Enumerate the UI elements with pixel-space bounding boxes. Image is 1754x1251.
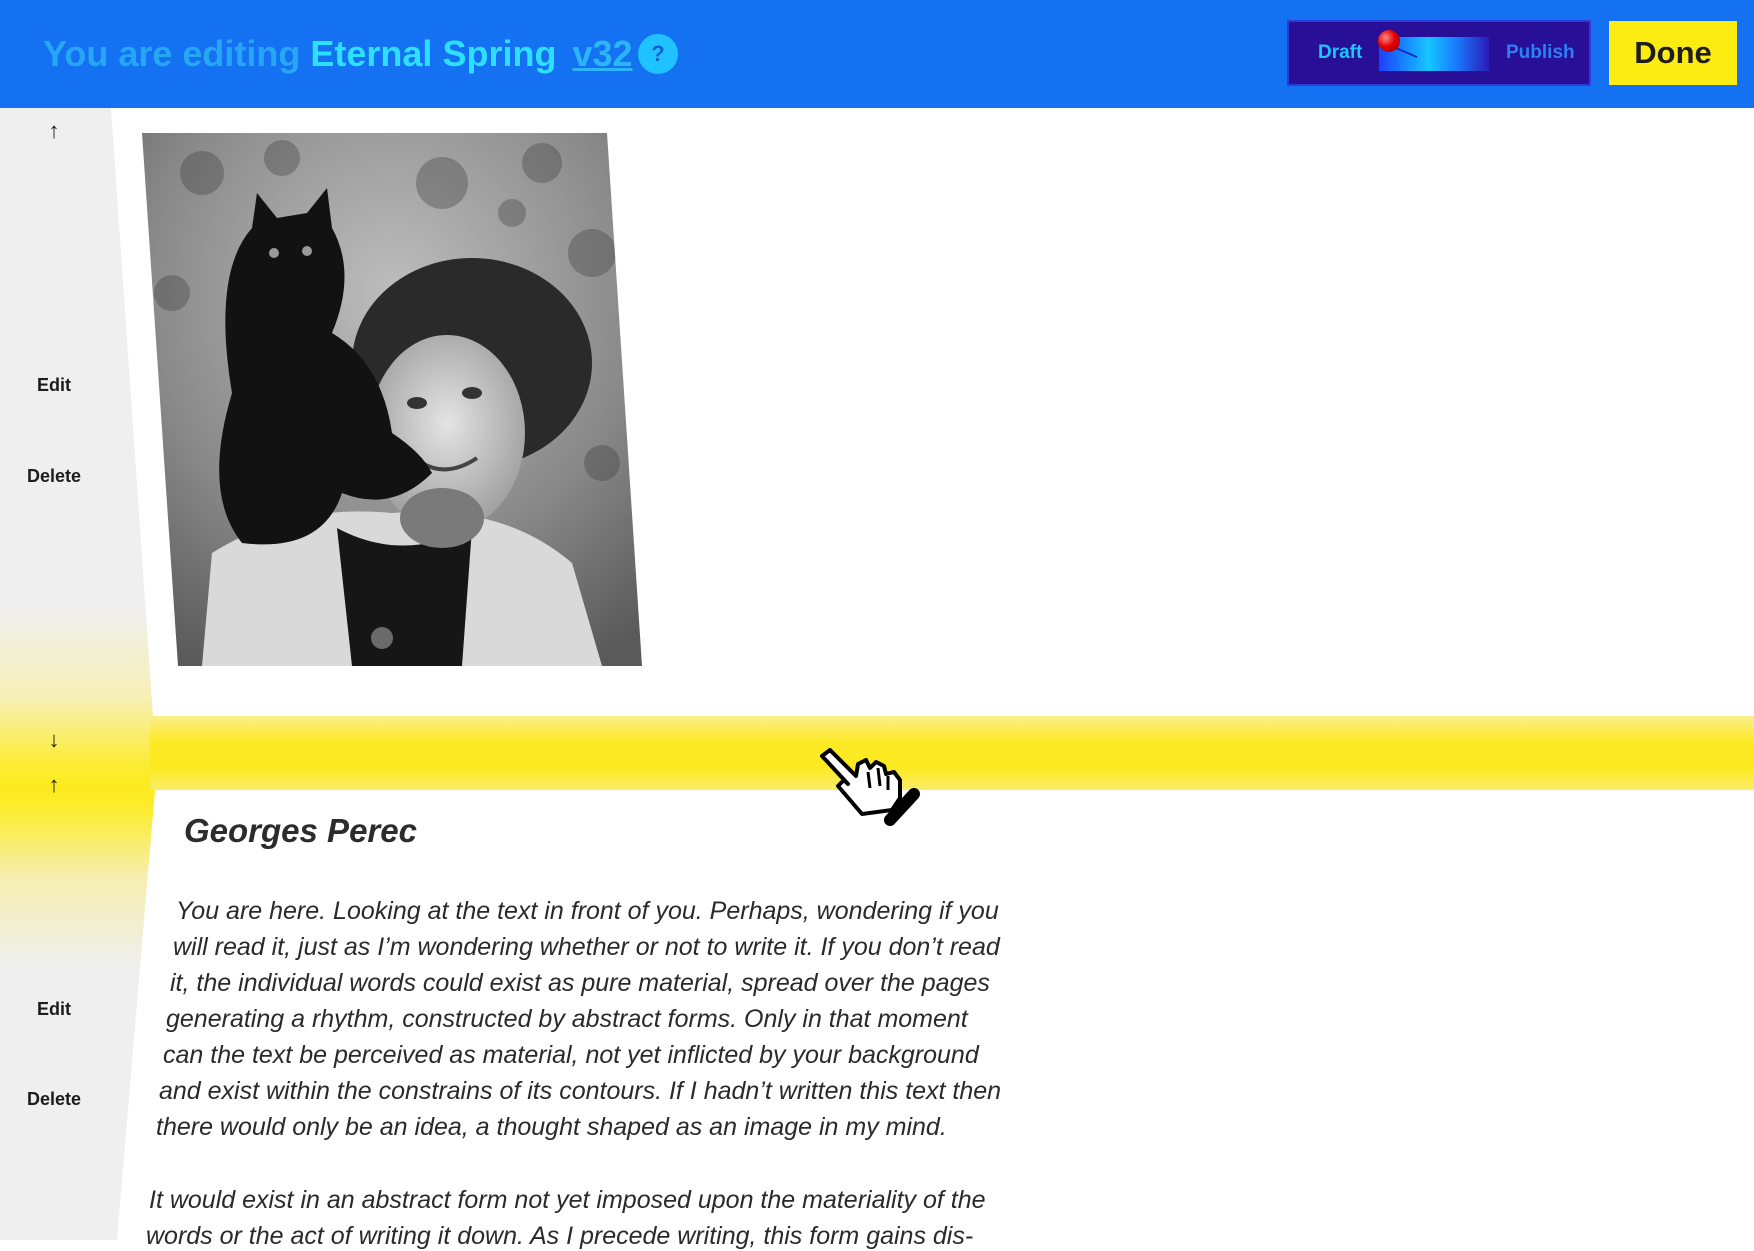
paragraph-line: You are here. Looking at the text in fro… xyxy=(176,897,999,925)
delete-button[interactable]: Delete xyxy=(0,1089,108,1110)
move-down-arrow-icon[interactable]: ↓ xyxy=(0,727,108,753)
drag-hand-cursor-icon xyxy=(818,746,922,835)
paragraph-line: words or the act of writing it down. As … xyxy=(146,1222,974,1250)
delete-button[interactable]: Delete xyxy=(0,466,108,487)
title-prefix: You are editing xyxy=(43,33,301,74)
paragraph-line: generating a rhythm, constructed by abst… xyxy=(166,1005,968,1033)
draft-publish-toggle[interactable]: Draft Publish xyxy=(1287,20,1591,86)
paragraph-line: will read it, just as I’m wondering whet… xyxy=(173,933,1000,961)
paragraph-line: it, the individual words could exist as … xyxy=(170,969,990,997)
move-up-arrow-icon[interactable]: ↑ xyxy=(0,772,108,798)
editing-title: You are editing Eternal Spring v32 xyxy=(43,30,633,78)
paragraph-line: can the text be perceived as material, n… xyxy=(163,1041,979,1069)
help-button[interactable]: ? xyxy=(638,34,678,74)
done-button[interactable]: Done xyxy=(1609,21,1737,85)
portrait-image xyxy=(142,133,642,666)
editor-header: You are editing Eternal Spring v32 ? Dra… xyxy=(0,0,1754,108)
text-block-heading[interactable]: Georges Perec xyxy=(184,812,417,850)
toggle-draft-label[interactable]: Draft xyxy=(1318,42,1362,64)
edit-button[interactable]: Edit xyxy=(0,999,108,1020)
edit-button[interactable]: Edit xyxy=(0,375,108,396)
portrait-photo[interactable] xyxy=(142,133,642,666)
project-name: Eternal Spring xyxy=(310,33,557,74)
version-link[interactable]: v32 xyxy=(572,33,632,74)
move-up-arrow-icon[interactable]: ↑ xyxy=(0,118,108,144)
block-controls-rail xyxy=(0,108,160,1240)
toggle-publish-label[interactable]: Publish xyxy=(1506,42,1575,64)
toggle-knob[interactable] xyxy=(1378,30,1400,52)
drop-zone-highlight[interactable] xyxy=(150,716,1754,790)
paragraph-line: and exist within the constrains of its c… xyxy=(159,1077,1002,1105)
paragraph-line: there would only be an idea, a thought s… xyxy=(156,1113,947,1141)
paragraph-line: It would exist in an abstract form not y… xyxy=(149,1186,986,1214)
